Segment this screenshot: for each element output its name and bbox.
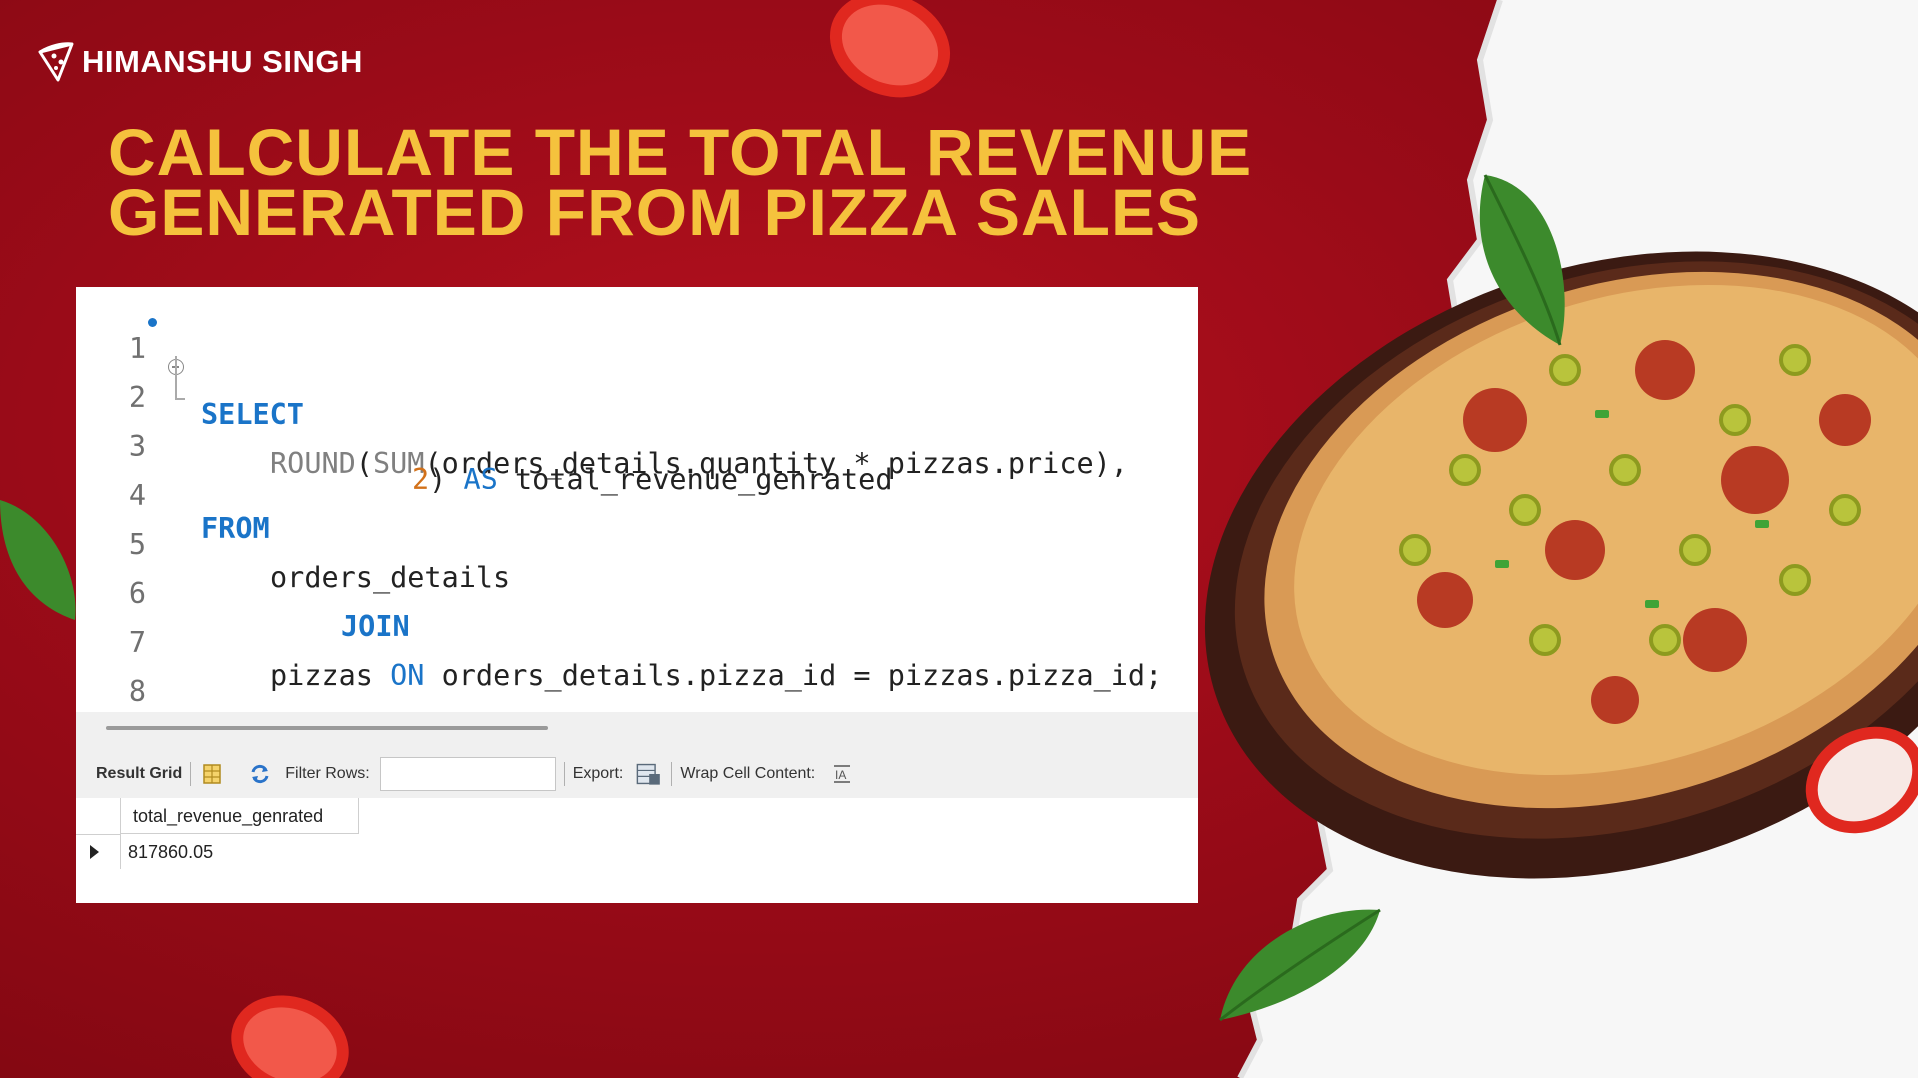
- basil-leaf-left: [0, 500, 76, 620]
- code-line-3: 3 2) AS total_revenue_genrated: [76, 397, 1198, 496]
- export-label: Export:: [572, 765, 624, 782]
- sql-editor[interactable]: 1 SELECT 2 ROUND(SUM(orders_details.quan…: [76, 287, 1198, 712]
- statement-dot-icon: [148, 318, 157, 327]
- filter-rows-label: Filter Rows:: [285, 765, 370, 782]
- toolbar-divider: [671, 762, 673, 786]
- basil-leaf-top: [1479, 174, 1565, 346]
- row-pointer-icon[interactable]: [76, 835, 121, 869]
- column-header[interactable]: total_revenue_genrated: [121, 798, 359, 834]
- code-line-5: 5 orders_details: [76, 495, 1198, 594]
- scrollbar-thumb[interactable]: [106, 726, 548, 730]
- tomato-slice-top: [829, 0, 951, 98]
- line-number: 8: [128, 675, 146, 708]
- filter-rows-input[interactable]: [379, 757, 556, 791]
- title-line-1: CALCULATE THE TOTAL REVENUE: [108, 115, 1253, 189]
- title-line-2: GENERATED FROM PIZZA SALES: [108, 175, 1202, 249]
- toolbar-divider: [190, 762, 192, 786]
- brand-logo: HIMANSHU SINGH: [36, 40, 363, 84]
- wrap-text-icon[interactable]: IA: [831, 763, 853, 785]
- code-line-8: 8: [76, 642, 1198, 708]
- brand-name: HIMANSHU SINGH: [82, 44, 363, 79]
- result-toolbar: Result Grid Filter Rows: Export: Wrap Ce…: [76, 750, 1198, 798]
- grid-corner: [76, 798, 121, 835]
- basil-leaf-bottom: [1219, 908, 1381, 1022]
- grid-view-icon[interactable]: [201, 763, 223, 785]
- svg-text:IA: IA: [835, 768, 846, 782]
- sql-workbench-screenshot: 1 SELECT 2 ROUND(SUM(orders_details.quan…: [76, 287, 1198, 903]
- page-title: CALCULATE THE TOTAL REVENUE GENERATED FR…: [108, 115, 1253, 249]
- fold-guide: [175, 356, 177, 400]
- result-grid: total_revenue_genrated 817860.05: [76, 798, 1198, 903]
- result-cell[interactable]: 817860.05: [128, 835, 213, 869]
- editor-horizontal-scrollbar[interactable]: [76, 712, 1198, 750]
- code-line-2: 2 ROUND(SUM(orders_details.quantity * pi…: [76, 348, 1198, 480]
- tab-result-grid[interactable]: Result Grid: [96, 765, 182, 783]
- code-line-6: 6 JOIN: [76, 544, 1198, 643]
- code-line-1: 1 SELECT: [76, 299, 1198, 431]
- tomato-slice-right: [1805, 726, 1918, 834]
- refresh-icon[interactable]: [249, 763, 271, 785]
- toolbar-divider: [563, 762, 565, 786]
- code-line-7: 7 pizzas ON orders_details.pizza_id = pi…: [76, 593, 1198, 692]
- code-line-4: 4 FROM: [76, 446, 1198, 545]
- export-icon[interactable]: [633, 761, 663, 787]
- pizza-slice-icon: [38, 42, 74, 82]
- wrap-cell-content-label: Wrap Cell Content:: [680, 765, 816, 782]
- tomato-slice-bottom: [231, 995, 349, 1078]
